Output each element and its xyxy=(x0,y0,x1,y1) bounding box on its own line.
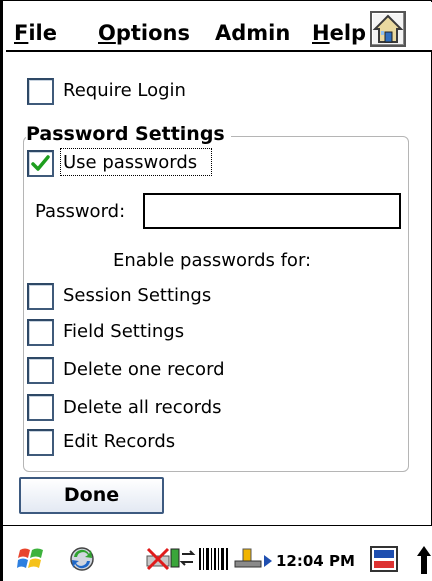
menu-options-mnemonic: O xyxy=(98,21,116,45)
start-flag-icon[interactable] xyxy=(17,544,47,574)
menu-file-mnemonic: F xyxy=(14,21,29,45)
keyboard-icon[interactable] xyxy=(369,544,399,574)
menu-admin[interactable]: Admin xyxy=(215,21,290,45)
network-icon[interactable] xyxy=(145,546,171,572)
session-settings-checkbox[interactable] xyxy=(27,283,54,310)
home-button[interactable] xyxy=(370,11,406,47)
clock[interactable]: 12:04 PM xyxy=(276,552,355,570)
menu-bar-spacer xyxy=(408,2,432,50)
home-icon xyxy=(372,14,404,43)
menu-bar: File Options Admin Help xyxy=(6,2,432,52)
delete-one-record-checkbox[interactable] xyxy=(27,357,54,384)
done-button[interactable]: Done xyxy=(19,477,164,514)
password-settings-title: Password Settings xyxy=(26,122,231,146)
field-settings-checkbox[interactable] xyxy=(27,319,54,346)
use-passwords-label: Use passwords xyxy=(63,152,198,173)
field-settings-label: Field Settings xyxy=(63,321,185,342)
play-arrow-icon[interactable] xyxy=(263,554,273,568)
menu-file-label: ile xyxy=(28,21,57,45)
password-label: Password: xyxy=(35,201,126,222)
menu-help-mnemonic: H xyxy=(312,21,330,45)
password-input[interactable] xyxy=(143,193,401,229)
delete-all-records-label: Delete all records xyxy=(63,397,222,418)
checkmark-icon xyxy=(31,155,50,171)
delete-one-record-label: Delete one record xyxy=(63,359,225,380)
menu-file[interactable]: File xyxy=(14,21,57,45)
taskbar: 12:04 PM xyxy=(3,525,432,581)
barcode-icon[interactable] xyxy=(197,546,231,572)
menu-options-label: ptions xyxy=(115,21,191,45)
edit-records-label: Edit Records xyxy=(63,431,176,452)
menu-help-label: elp xyxy=(329,21,367,45)
use-passwords-checkbox[interactable] xyxy=(27,150,54,177)
menu-options[interactable]: Options xyxy=(98,21,190,45)
app-window: File Options Admin Help Require Login Pa… xyxy=(0,0,432,581)
menu-help[interactable]: Help xyxy=(312,21,366,45)
delete-all-records-checkbox[interactable] xyxy=(27,394,54,421)
arrow-up-icon[interactable] xyxy=(415,544,432,576)
require-login-label: Require Login xyxy=(63,80,186,101)
require-login-checkbox[interactable] xyxy=(27,78,54,105)
session-settings-label: Session Settings xyxy=(63,285,212,306)
menu-admin-label: Admin xyxy=(215,21,291,45)
sync-icon[interactable] xyxy=(67,544,97,574)
enable-passwords-for-label: Enable passwords for: xyxy=(113,250,312,271)
connection-icon[interactable] xyxy=(169,546,197,572)
edit-records-checkbox[interactable] xyxy=(27,429,54,456)
usb-icon[interactable] xyxy=(233,546,263,572)
